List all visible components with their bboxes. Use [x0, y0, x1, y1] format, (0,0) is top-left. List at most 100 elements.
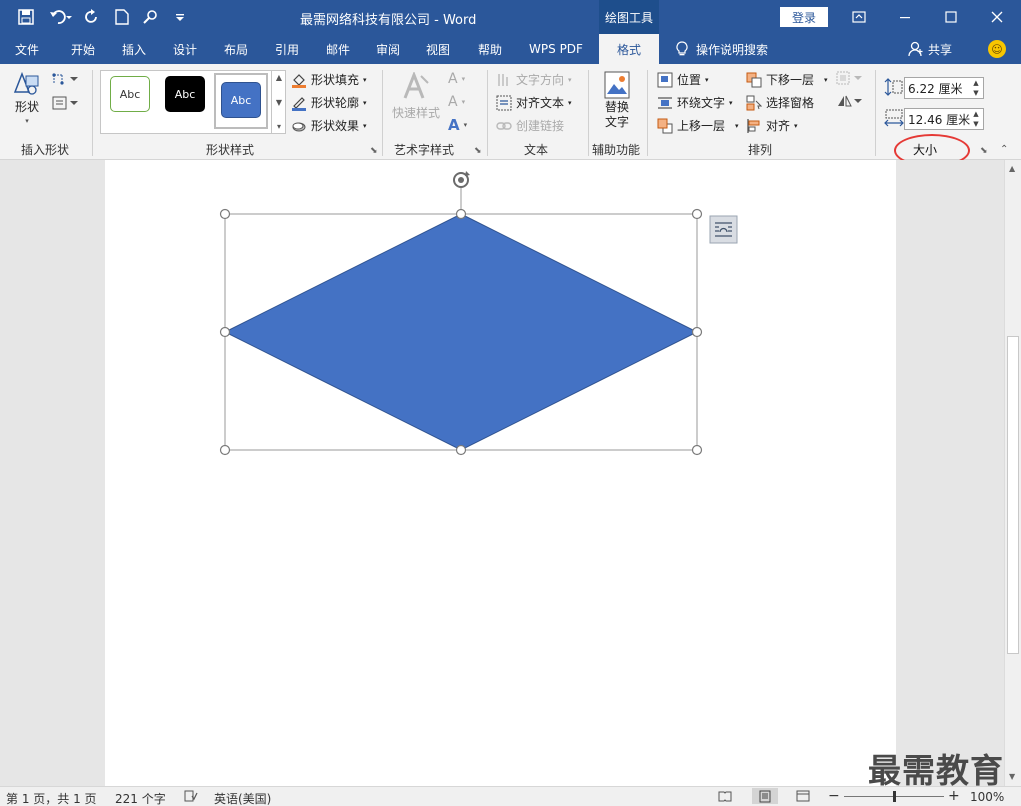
width-spinner[interactable]: ▲ ▼ [971, 110, 981, 128]
spin-up-icon[interactable]: ▲ [973, 79, 978, 87]
feedback-smiley-icon[interactable]: ☺ [988, 40, 1006, 58]
shape-styles-launcher-icon[interactable]: ⬊ [370, 146, 380, 156]
text-outline-icon[interactable]: A ▾ [448, 94, 465, 110]
language[interactable]: 英语(美国) [214, 790, 271, 806]
gallery-more-icon[interactable]: ▾ [277, 122, 281, 131]
shape-width-input[interactable]: 12.46 厘米 ▲ ▼ [904, 108, 984, 130]
tab-view[interactable]: 视图 [414, 34, 462, 64]
separator [487, 70, 488, 156]
print-layout-icon[interactable] [752, 788, 778, 804]
resize-handle-bottom-left[interactable] [219, 444, 231, 456]
web-layout-icon[interactable] [796, 790, 810, 805]
shape-effects-button[interactable]: 形状效果 ▾ [291, 117, 367, 134]
new-document-icon[interactable] [112, 7, 132, 27]
text-direction-button[interactable]: 文字方向 ▾ [496, 71, 572, 88]
align-button[interactable]: 对齐 ▾ [746, 117, 798, 134]
style-swatch-outline[interactable]: Abc [110, 76, 150, 112]
collapse-ribbon-icon[interactable]: ⌃ [1000, 144, 1008, 155]
gallery-scroll[interactable]: ▲ ▼ ▾ [271, 70, 286, 134]
scroll-thumb[interactable] [1007, 336, 1019, 654]
gallery-down-icon[interactable]: ▼ [276, 98, 282, 107]
spin-down-icon[interactable]: ▼ [973, 89, 978, 97]
alt-text-label-line2: 文字 [604, 115, 629, 129]
layout-options-icon[interactable] [709, 215, 738, 244]
resize-handle-top[interactable] [455, 208, 467, 220]
shape-fill-button[interactable]: 形状填充 ▾ [291, 71, 367, 88]
tab-references[interactable]: 引用 [264, 34, 310, 64]
style-swatch-blue[interactable]: Abc [221, 82, 261, 118]
tab-wps-pdf[interactable]: WPS PDF [518, 34, 594, 64]
selection-pane-button[interactable]: 选择窗格 [746, 94, 814, 111]
size-launcher-icon[interactable]: ⬊ [980, 146, 990, 156]
zoom-level[interactable]: 100% [970, 790, 1004, 804]
resize-handle-right[interactable] [691, 326, 703, 338]
proofing-icon[interactable] [184, 790, 198, 805]
tab-file[interactable]: 文件 [6, 34, 48, 64]
style-swatch-black[interactable]: Abc [165, 76, 205, 112]
create-link-button[interactable]: 创建链接 [496, 117, 564, 134]
align-text-button[interactable]: 对齐文本 ▾ [496, 94, 572, 111]
ribbon-display-options-icon[interactable] [836, 0, 882, 34]
lightbulb-icon [676, 41, 688, 56]
diamond-shape[interactable] [223, 213, 699, 451]
bring-forward-button[interactable]: 上移一层 ▾ [657, 117, 739, 134]
vertical-scrollbar[interactable]: ▲ ▼ [1004, 160, 1021, 786]
tab-review[interactable]: 审阅 [364, 34, 412, 64]
shape-width-value: 12.46 厘米 [908, 112, 971, 127]
shapes-button[interactable]: 形状 ▾ [10, 70, 44, 125]
find-icon[interactable] [140, 7, 160, 27]
tab-mailings[interactable]: 邮件 [314, 34, 362, 64]
gallery-up-icon[interactable]: ▲ [276, 73, 282, 82]
text-box-button[interactable] [52, 96, 80, 110]
page-count[interactable]: 第 1 页，共 1 页 [6, 790, 97, 806]
wrap-text-button[interactable]: 环绕文字 ▾ [657, 94, 733, 111]
resize-handle-top-left[interactable] [219, 208, 231, 220]
login-button[interactable]: 登录 [780, 7, 828, 27]
zoom-in-icon[interactable]: + [948, 788, 960, 804]
customize-qat-icon[interactable] [170, 7, 190, 27]
spin-up-icon[interactable]: ▲ [973, 110, 978, 118]
rotate-button[interactable] [836, 94, 864, 108]
tab-home[interactable]: 开始 [58, 34, 108, 64]
text-direction-label: 文字方向 [516, 73, 565, 87]
tab-design[interactable]: 设计 [162, 34, 208, 64]
tab-help[interactable]: 帮助 [466, 34, 514, 64]
tab-format[interactable]: 格式 [599, 34, 659, 64]
tab-layout[interactable]: 布局 [212, 34, 260, 64]
text-effects-icon[interactable]: A ▾ [448, 116, 467, 134]
zoom-slider[interactable] [844, 791, 944, 802]
close-icon[interactable] [974, 0, 1020, 34]
document-page[interactable] [105, 160, 896, 786]
resize-handle-top-right[interactable] [691, 208, 703, 220]
resize-handle-left[interactable] [219, 326, 231, 338]
rotate-handle-icon[interactable] [453, 171, 470, 188]
wordart-launcher-icon[interactable]: ⬊ [474, 146, 484, 156]
shape-height-input[interactable]: 6.22 厘米 ▲ ▼ [904, 77, 984, 99]
resize-handle-bottom[interactable] [455, 444, 467, 456]
height-spinner[interactable]: ▲ ▼ [971, 79, 981, 97]
resize-handle-bottom-right[interactable] [691, 444, 703, 456]
maximize-icon[interactable] [928, 0, 974, 34]
shape-outline-button[interactable]: 形状轮廓 ▾ [291, 94, 367, 111]
share-button[interactable]: 共享 [908, 34, 952, 64]
zoom-out-icon[interactable]: − [828, 788, 840, 804]
tell-me-search[interactable]: 操作说明搜索 [676, 34, 768, 64]
save-icon[interactable] [16, 7, 36, 27]
quick-styles-button[interactable]: 快速样式 [390, 72, 442, 121]
alt-text-button[interactable]: 替换 文字 [598, 70, 636, 130]
word-count[interactable]: 221 个字 [115, 790, 166, 806]
group-objects-button[interactable] [836, 71, 864, 85]
position-button[interactable]: 位置 ▾ [657, 71, 709, 88]
undo-icon[interactable] [46, 7, 76, 27]
text-fill-icon[interactable]: A ▾ [448, 71, 465, 87]
minimize-icon[interactable] [882, 0, 928, 34]
scroll-down-icon[interactable]: ▼ [1009, 772, 1015, 781]
edit-shape-button[interactable] [52, 72, 80, 86]
scroll-up-icon[interactable]: ▲ [1009, 164, 1015, 173]
read-mode-icon[interactable] [718, 790, 732, 805]
tab-insert[interactable]: 插入 [110, 34, 158, 64]
send-backward-button[interactable]: 下移一层 ▾ [746, 71, 828, 88]
spin-down-icon[interactable]: ▼ [973, 120, 978, 128]
redo-icon[interactable] [82, 7, 102, 27]
zoom-slider-thumb[interactable] [892, 791, 896, 802]
